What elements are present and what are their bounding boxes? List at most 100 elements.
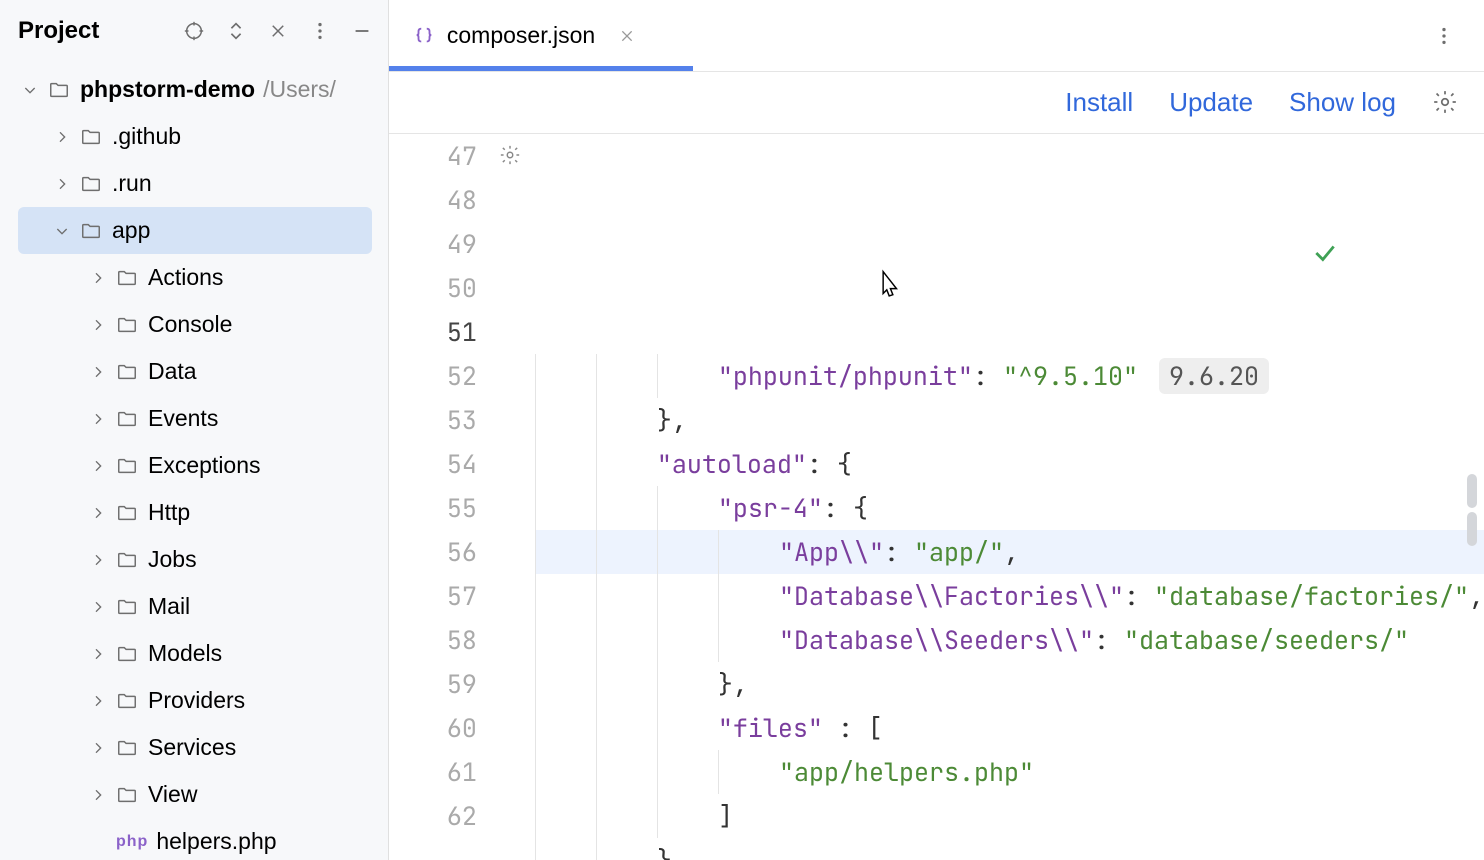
tree-item[interactable]: Data [0,348,388,395]
tree-item[interactable]: Events [0,395,388,442]
code-line[interactable]: "App\\": "app/", [535,530,1484,574]
project-tree[interactable]: phpstorm-demo /Users/ .github .runapp Actio… [0,62,388,860]
composer-toolbar: Install Update Show log [389,72,1484,134]
expand-collapse-icon[interactable] [218,13,254,49]
chevron-right-icon[interactable] [88,268,108,288]
chevron-right-icon[interactable] [88,785,108,805]
folder-icon [48,78,72,102]
code-line[interactable]: "Database\\Seeders\\": "database/seeders… [535,618,1484,662]
chevron-right-icon[interactable] [88,691,108,711]
chevron-right-icon[interactable] [88,456,108,476]
tree-item[interactable]: php helpers.php [0,818,388,860]
tree-item[interactable]: .github [0,113,388,160]
code-line[interactable]: "psr-4": { [535,486,1484,530]
tree-item-label: Services [148,734,236,761]
tree-item[interactable]: Services [0,724,388,771]
line-number: 53 [389,398,477,442]
composer-update-link[interactable]: Update [1169,87,1253,118]
tree-item-label: View [148,781,197,808]
chevron-down-icon[interactable] [20,80,40,100]
line-number: 54 [389,442,477,486]
code-line[interactable]: }, [535,398,1484,442]
tree-item-label: helpers.php [156,828,276,855]
locate-icon[interactable] [176,13,212,49]
chevron-right-icon[interactable] [88,550,108,570]
tree-item-label: Actions [148,264,223,291]
line-number: 62 [389,794,477,838]
line-number: 60 [389,706,477,750]
project-tool-window: Project phpstorm-demo /Users/.github.run… [0,0,389,860]
version-hint[interactable]: 9.6.20 [1159,358,1269,394]
more-options-icon[interactable] [302,13,338,49]
tree-item-label: .github [112,123,181,150]
hide-icon[interactable] [260,13,296,49]
line-number: 51 [389,310,477,354]
code-line[interactable]: }, [535,838,1484,860]
chevron-right-icon[interactable] [88,644,108,664]
tree-item[interactable]: app [18,207,372,254]
chevron-down-icon[interactable] [52,221,72,241]
editor-tabs-bar: composer.json [389,0,1484,72]
tree-item[interactable]: Providers [0,677,388,724]
tree-item[interactable]: View [0,771,388,818]
composer-settings-icon[interactable] [1432,89,1460,117]
chevron-right-icon[interactable] [88,409,108,429]
tree-item[interactable]: Jobs [0,536,388,583]
active-tab-indicator [389,66,693,71]
folder-icon [116,407,140,431]
tree-item[interactable]: Models [0,630,388,677]
folder-icon [116,689,140,713]
gutter-settings-icon[interactable] [499,144,521,166]
scrollbar-thumb[interactable] [1467,474,1477,508]
composer-showlog-link[interactable]: Show log [1289,87,1396,118]
tree-item[interactable]: Exceptions [0,442,388,489]
tree-item[interactable]: Actions [0,254,388,301]
php-file-icon: php [116,833,148,851]
chevron-right-icon[interactable] [52,174,72,194]
line-number: 58 [389,618,477,662]
json-file-icon [413,25,435,47]
folder-icon [80,125,104,149]
tree-item-label: Providers [148,687,245,714]
line-number: 47 [389,134,477,178]
root-name: phpstorm-demo [80,76,255,103]
inspection-ok-icon[interactable] [1312,152,1462,354]
scrollbar[interactable] [1462,474,1482,554]
close-tab-icon[interactable] [619,28,635,44]
line-number: 48 [389,178,477,222]
chevron-right-icon[interactable] [88,738,108,758]
tab-options-icon[interactable] [1424,16,1464,56]
code-line[interactable]: "phpunit/phpunit": "^9.5.10" 9.6.20 [535,354,1484,398]
chevron-right-icon[interactable] [52,127,72,147]
code-line[interactable]: "Database\\Factories\\": "database/facto… [535,574,1484,618]
folder-icon [116,548,140,572]
tree-item[interactable]: .run [0,160,388,207]
tree-item-label: Events [148,405,218,432]
line-number: 61 [389,750,477,794]
code-line[interactable]: }, [535,662,1484,706]
project-root[interactable]: phpstorm-demo /Users/ [0,66,388,113]
scrollbar-thumb[interactable] [1467,512,1477,546]
code-line[interactable]: ] [535,794,1484,838]
code-line[interactable]: "autoload": { [535,442,1484,486]
chevron-right-icon[interactable] [88,315,108,335]
code-content[interactable]: "phpunit/phpunit": "^9.5.10" 9.6.20 }, "… [535,134,1484,860]
tree-item-label: Console [148,311,232,338]
composer-install-link[interactable]: Install [1065,87,1133,118]
code-editor[interactable]: 47484950515253545556575859606162 "phpuni… [389,134,1484,860]
chevron-right-icon[interactable] [88,503,108,523]
minimize-icon[interactable] [344,13,380,49]
code-line[interactable]: "app/helpers.php" [535,750,1484,794]
chevron-right-icon[interactable] [88,597,108,617]
editor-tab-composer[interactable]: composer.json [389,0,659,71]
folder-icon [116,313,140,337]
root-path: /Users/ [263,76,336,103]
tree-item[interactable]: Mail [0,583,388,630]
line-number: 55 [389,486,477,530]
tree-item[interactable]: Console [0,301,388,348]
code-line[interactable]: "files" : [ [535,706,1484,750]
tree-item[interactable]: Http [0,489,388,536]
folder-icon [116,783,140,807]
line-number: 49 [389,222,477,266]
chevron-right-icon[interactable] [88,362,108,382]
